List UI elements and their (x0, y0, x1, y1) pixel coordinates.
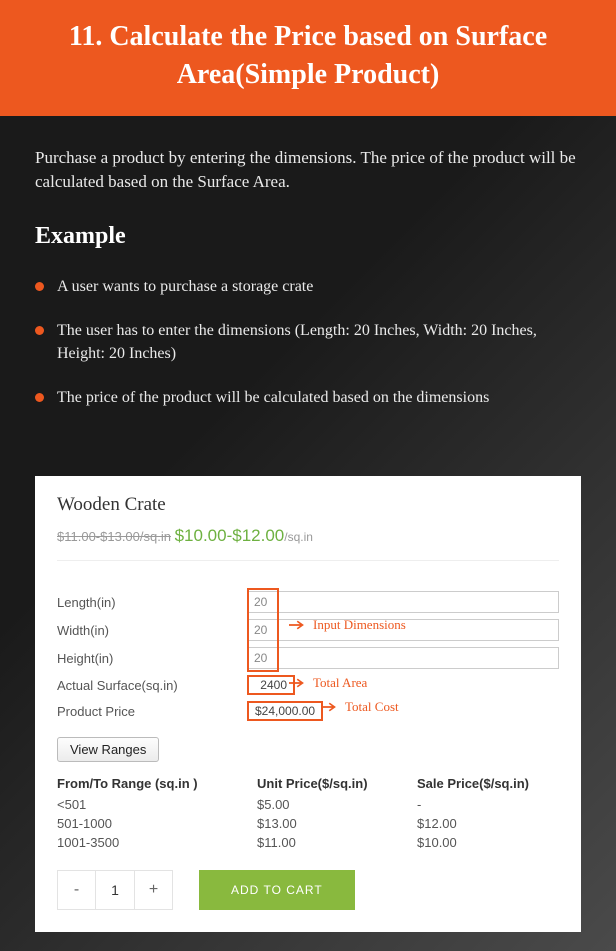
qty-input[interactable] (96, 871, 134, 909)
length-row: Length(in) (57, 591, 559, 613)
product-price-row: Product Price $24,000.00 (57, 701, 559, 721)
col-range-header: From/To Range (sq.in ) (57, 776, 257, 791)
qty-plus-button[interactable]: + (134, 871, 172, 909)
qty-minus-button[interactable]: - (58, 871, 96, 909)
surface-label: Actual Surface(sq.in) (57, 678, 247, 693)
table-cell: $13.00 (257, 816, 417, 831)
table-cell: - (417, 797, 577, 812)
price-unit: /sq.in (284, 530, 313, 544)
length-input[interactable] (247, 591, 559, 613)
surface-value: 2400 (247, 675, 295, 695)
ranges-table: From/To Range (sq.in ) Unit Price($/sq.i… (57, 776, 559, 850)
qty-cart-row: - + ADD TO CART (57, 870, 559, 910)
product-price-label: Product Price (57, 704, 247, 719)
annotation-total-area: Total Area (289, 675, 367, 691)
product-panel: Wooden Crate $11.00-$13.00/sq.in $10.00-… (35, 476, 581, 932)
table-cell: $12.00 (417, 816, 577, 831)
height-label: Height(in) (57, 651, 247, 666)
section-body: Purchase a product by entering the dimen… (0, 116, 616, 457)
product-title: Wooden Crate (57, 494, 559, 516)
col-unit-header: Unit Price($/sq.in) (257, 776, 417, 791)
length-label: Length(in) (57, 595, 247, 610)
annotation-input-dimensions: Input Dimensions (289, 617, 406, 633)
height-row: Height(in) (57, 647, 559, 669)
height-input[interactable] (247, 647, 559, 669)
table-cell: $11.00 (257, 835, 417, 850)
table-cell: <501 (57, 797, 257, 812)
view-ranges-button[interactable]: View Ranges (57, 737, 159, 762)
add-to-cart-button[interactable]: ADD TO CART (199, 870, 355, 910)
section-header: 11. Calculate the Price based on Surface… (0, 0, 616, 116)
annotation-total-cost: Total Cost (321, 699, 399, 715)
intro-text: Purchase a product by entering the dimen… (35, 146, 581, 195)
list-item: The user has to enter the dimensions (Le… (35, 320, 581, 365)
product-price-value: $24,000.00 (247, 701, 323, 721)
table-cell: 501-1000 (57, 816, 257, 831)
quantity-stepper: - + (57, 870, 173, 910)
old-price: $11.00-$13.00/sq.in (57, 529, 171, 544)
width-label: Width(in) (57, 623, 247, 638)
col-sale-header: Sale Price($/sq.in) (417, 776, 577, 791)
arrow-right-icon (321, 701, 339, 713)
example-list: A user wants to purchase a storage crate… (35, 276, 581, 410)
new-price: $10.00-$12.00 (175, 526, 285, 545)
section-title: 11. Calculate the Price based on Surface… (69, 21, 547, 90)
price-line: $11.00-$13.00/sq.in $10.00-$12.00/sq.in (57, 526, 559, 561)
list-item: A user wants to purchase a storage crate (35, 276, 581, 298)
table-cell: $5.00 (257, 797, 417, 812)
example-heading: Example (35, 223, 581, 250)
arrow-right-icon (289, 619, 307, 631)
arrow-right-icon (289, 677, 307, 689)
list-item: The price of the product will be calcula… (35, 387, 581, 409)
table-cell: $10.00 (417, 835, 577, 850)
table-cell: 1001-3500 (57, 835, 257, 850)
